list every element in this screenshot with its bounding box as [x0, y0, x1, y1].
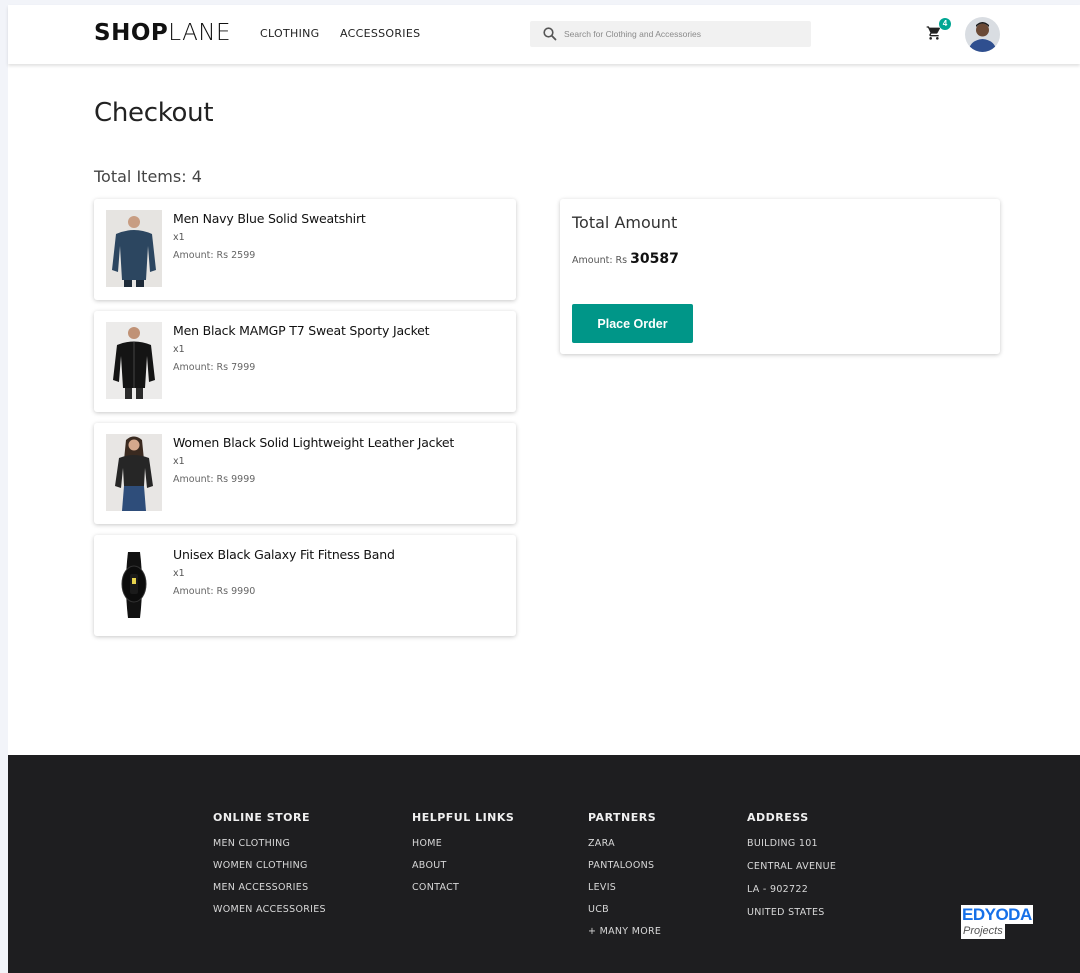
- footer-heading: ONLINE STORE: [213, 811, 310, 824]
- item-name: Unisex Black Galaxy Fit Fitness Band: [173, 547, 395, 562]
- item-amount: Amount: Rs 9999: [173, 474, 255, 485]
- cart-item-card: Unisex Black Galaxy Fit Fitness Band x1 …: [94, 535, 516, 636]
- total-items-count: Total Items: 4: [94, 167, 202, 186]
- footer-column-address: ADDRESS BUILDING 101 CENTRAL AVENUE LA -…: [747, 811, 836, 930]
- item-amount-label: Amount: Rs: [173, 586, 229, 597]
- item-name: Men Navy Blue Solid Sweatshirt: [173, 211, 366, 226]
- item-amount: Amount: Rs 9990: [173, 586, 255, 597]
- cart-item-card: Women Black Solid Lightweight Leather Ja…: [94, 423, 516, 524]
- item-name: Men Black MAMGP T7 Sweat Sporty Jacket: [173, 323, 430, 338]
- top-navbar: SHOPLANE CLOTHING ACCESSORIES 4: [8, 5, 1080, 64]
- footer-link-women-accessories[interactable]: WOMEN ACCESSORIES: [213, 904, 326, 916]
- item-quantity: x1: [173, 344, 185, 355]
- logo-bold-text: SHOP: [94, 20, 169, 46]
- place-order-button[interactable]: Place Order: [572, 304, 693, 343]
- item-amount-value: 9990: [231, 586, 256, 597]
- logo-light-text: LANE: [168, 20, 232, 46]
- page: SHOPLANE CLOTHING ACCESSORIES 4: [8, 5, 1080, 973]
- total-amount-card: Total Amount Amount: Rs 30587 Place Order: [560, 199, 1000, 354]
- leather-jacket-image: [106, 434, 162, 511]
- page-title: Checkout: [94, 98, 214, 128]
- search-bar: [530, 21, 811, 47]
- total-amount-label: Amount: Rs: [572, 255, 628, 266]
- footer-link-levis[interactable]: LEVIS: [588, 882, 661, 894]
- cart-item-card: Men Black MAMGP T7 Sweat Sporty Jacket x…: [94, 311, 516, 412]
- sweatshirt-image: [106, 210, 162, 287]
- footer-link-men-clothing[interactable]: MEN CLOTHING: [213, 838, 326, 850]
- cart-button[interactable]: 4: [926, 18, 951, 43]
- total-amount: Amount: Rs 30587: [572, 248, 679, 267]
- footer-link-men-accessories[interactable]: MEN ACCESSORIES: [213, 882, 326, 894]
- footer-link-zara[interactable]: ZARA: [588, 838, 661, 850]
- footer-link-many-more[interactable]: + MANY MORE: [588, 926, 661, 938]
- cart-item-card: Men Navy Blue Solid Sweatshirt x1 Amount…: [94, 199, 516, 300]
- product-image: [106, 434, 162, 511]
- product-image: [106, 322, 162, 399]
- footer-link-home[interactable]: HOME: [412, 838, 514, 850]
- item-amount: Amount: Rs 7999: [173, 362, 255, 373]
- user-photo: [965, 17, 1000, 52]
- item-amount-value: 7999: [231, 362, 256, 373]
- footer-link-pantaloons[interactable]: PANTALOONS: [588, 860, 661, 872]
- address-line: BUILDING 101: [747, 838, 818, 849]
- edyoda-projects-logo: EDYODA Projects: [961, 905, 1047, 941]
- jacket-image: [106, 322, 162, 399]
- user-avatar[interactable]: [965, 17, 1000, 52]
- item-amount-label: Amount: Rs: [173, 474, 229, 485]
- footer-heading: ADDRESS: [747, 811, 809, 824]
- footer-heading: PARTNERS: [588, 811, 657, 824]
- item-quantity: x1: [173, 568, 185, 579]
- search-input[interactable]: [564, 25, 804, 43]
- footer: ONLINE STORE MEN CLOTHING WOMEN CLOTHING…: [8, 755, 1080, 973]
- item-amount-label: Amount: Rs: [173, 362, 229, 373]
- item-quantity: x1: [173, 232, 185, 243]
- item-amount-value: 9999: [231, 474, 256, 485]
- cart-count-badge: 4: [939, 18, 951, 30]
- footer-column-online-store: ONLINE STORE MEN CLOTHING WOMEN CLOTHING…: [213, 811, 326, 926]
- nav-link-accessories[interactable]: ACCESSORIES: [340, 27, 420, 40]
- item-quantity: x1: [173, 456, 185, 467]
- footer-link-ucb[interactable]: UCB: [588, 904, 661, 916]
- footer-heading: HELPFUL LINKS: [412, 811, 515, 824]
- shoplane-logo[interactable]: SHOPLANE: [94, 20, 231, 46]
- address-line: UNITED STATES: [747, 907, 825, 918]
- item-amount-label: Amount: Rs: [173, 250, 229, 261]
- address-line: LA - 902722: [747, 884, 809, 895]
- total-amount-value: 30587: [630, 251, 679, 267]
- footer-link-contact[interactable]: CONTACT: [412, 882, 514, 894]
- search-icon: [543, 27, 557, 41]
- total-amount-heading: Total Amount: [572, 213, 678, 232]
- item-amount-value: 2599: [231, 250, 256, 261]
- fitness-band-image: [106, 546, 162, 623]
- item-name: Women Black Solid Lightweight Leather Ja…: [173, 435, 455, 450]
- footer-column-helpful-links: HELPFUL LINKS HOME ABOUT CONTACT: [412, 811, 514, 904]
- nav-link-clothing[interactable]: CLOTHING: [260, 27, 319, 40]
- product-image: [106, 210, 162, 287]
- item-amount: Amount: Rs 2599: [173, 250, 255, 261]
- brand-bottom-text: Projects: [961, 924, 1005, 939]
- footer-link-about[interactable]: ABOUT: [412, 860, 514, 872]
- product-image: [106, 546, 162, 623]
- address-line: CENTRAL AVENUE: [747, 861, 837, 872]
- footer-link-women-clothing[interactable]: WOMEN CLOTHING: [213, 860, 326, 872]
- footer-column-partners: PARTNERS ZARA PANTALOONS LEVIS UCB + MAN…: [588, 811, 661, 948]
- brand-top-text: EDYODA: [961, 905, 1033, 924]
